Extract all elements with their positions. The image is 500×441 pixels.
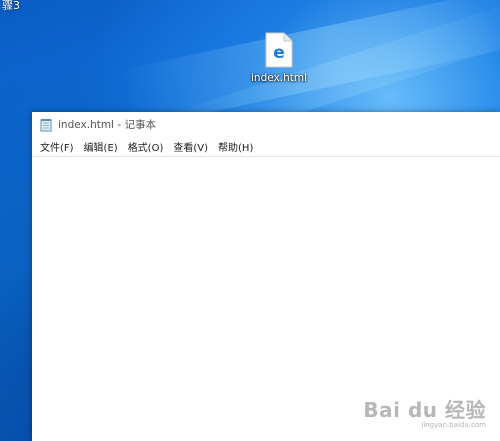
menu-edit[interactable]: 编辑(E)	[80, 137, 122, 156]
desktop-file-index-html[interactable]: e index.html	[244, 32, 314, 84]
title-bar[interactable]: index.html - 记事本	[32, 112, 500, 136]
edge-file-icon: e	[265, 32, 293, 68]
menu-file[interactable]: 文件(F)	[36, 137, 78, 156]
menu-format[interactable]: 格式(O)	[124, 137, 168, 156]
svg-text:e: e	[273, 43, 285, 63]
watermark-main: Bai du 经验	[363, 398, 486, 422]
desktop-corner-text: 骤3	[2, 0, 20, 12]
baidu-jingyan-watermark: Bai du 经验 jingyan.baidu.com	[363, 394, 486, 429]
notepad-icon	[40, 117, 52, 132]
menu-view[interactable]: 查看(V)	[169, 137, 212, 156]
menu-bar: 文件(F) 编辑(E) 格式(O) 查看(V) 帮助(H)	[32, 136, 500, 157]
desktop-file-label: index.html	[251, 72, 307, 84]
menu-help[interactable]: 帮助(H)	[214, 137, 257, 156]
notepad-window: index.html - 记事本 文件(F) 编辑(E) 格式(O) 查看(V)…	[32, 112, 500, 441]
desktop: 骤3 e index.html index.html - 记事本 文件(F) 编…	[0, 0, 500, 441]
window-title: index.html - 记事本	[58, 118, 156, 131]
